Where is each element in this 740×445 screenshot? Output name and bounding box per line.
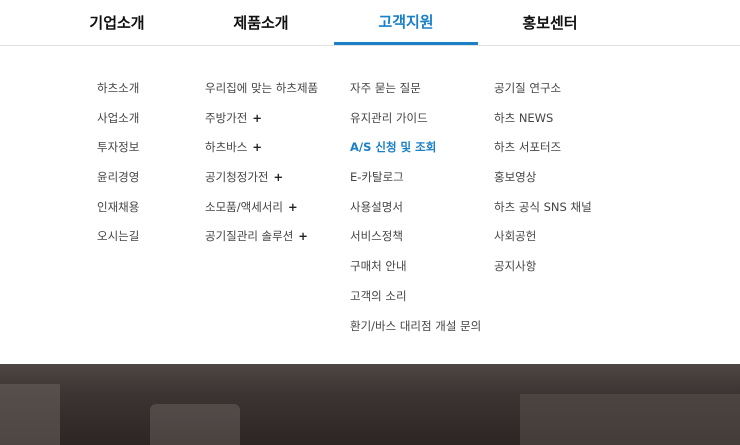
menu-item-manual[interactable]: 사용설명서 [350,199,481,229]
menu-item-label: 공기청정가전 [205,170,269,185]
hero-decor-shape [520,394,740,445]
menu-item-label: 하츠 서포터즈 [494,140,562,155]
menu-item-label: 인재채용 [97,199,140,214]
mega-menu-dropdown: 하츠소개 사업소개 투자정보 윤리경영 인재채용 오시는길 우리집에 맞는 하츠… [0,46,740,364]
menu-item-air-lab[interactable]: 공기질 연구소 [494,80,592,110]
menu-column-products: 우리집에 맞는 하츠제품 주방가전 + 하츠바스 + 공기청정가전 + 소모품/액세서… [205,80,318,258]
menu-item-label: 구매처 안내 [350,259,407,274]
menu-item-careers[interactable]: 인재채용 [97,199,139,229]
menu-item-label: 공지사항 [494,259,537,274]
menu-item-catalog[interactable]: E-카탈로그 [350,169,481,199]
expand-plus-icon[interactable]: + [273,170,283,184]
menu-item-videos[interactable]: 홍보영상 [494,169,592,199]
menu-item-maintenance-guide[interactable]: 유지관리 가이드 [350,110,481,140]
menu-item-consumables[interactable]: 소모품/액세서리 + [205,199,318,229]
menu-item-label: E-카탈로그 [350,170,404,185]
expand-plus-icon[interactable]: + [252,140,262,154]
menu-item-air-solution[interactable]: 공기질관리 솔루션 + [205,228,318,258]
menu-item-news[interactable]: 하츠 NEWS [494,110,592,140]
menu-item-where-to-buy[interactable]: 구매처 안내 [350,258,481,288]
expand-plus-icon[interactable]: + [298,229,308,243]
menu-item-business[interactable]: 사업소개 [97,110,139,140]
menu-item-label: A/S 신청 및 조회 [350,140,437,155]
hero-decor-shape [150,404,240,445]
menu-item-label: 주방가전 [205,110,248,125]
menu-item-label: 사용설명서 [350,199,403,214]
menu-item-faq[interactable]: 자주 묻는 질문 [350,80,481,110]
menu-item-label: 우리집에 맞는 하츠제품 [205,81,319,95]
tab-support[interactable]: 고객지원 [334,0,478,45]
menu-item-label: 하츠소개 [97,81,140,95]
menu-item-label: 투자정보 [97,140,140,155]
menu-item-label: 하츠바스 [205,140,248,155]
menu-item-supporters[interactable]: 하츠 서포터즈 [494,139,592,169]
menu-item-kitchen[interactable]: 주방가전 + [205,110,318,140]
menu-item-social-contribution[interactable]: 사회공헌 [494,228,592,258]
menu-item-label: 사업소개 [97,110,140,125]
menu-item-label: 환기/바스 대리점 개설 문의 [350,318,482,333]
expand-plus-icon[interactable]: + [288,200,298,214]
menu-item-label: 소모품/액세서리 [205,199,283,214]
menu-item-service-policy[interactable]: 서비스정책 [350,228,481,258]
expand-plus-icon[interactable]: + [252,111,262,125]
menu-item-as-request[interactable]: A/S 신청 및 조회 [350,139,481,169]
menu-item-bath[interactable]: 하츠바스 + [205,139,318,169]
menu-item-label: 유지관리 가이드 [350,110,428,125]
menu-item-customer-voice[interactable]: 고객의 소리 [350,288,481,318]
menu-item-label: 공기질 연구소 [494,81,562,95]
menu-item-label: 홍보영상 [494,170,537,185]
menu-item-dealer-inquiry[interactable]: 환기/바스 대리점 개설 문의 [350,318,481,348]
menu-item-label: 사회공헌 [494,229,537,244]
menu-column-pr: 공기질 연구소 하츠 NEWS 하츠 서포터즈 홍보영상 하츠 공식 SNS 채… [494,80,592,288]
menu-item-sns[interactable]: 하츠 공식 SNS 채널 [494,199,592,229]
menu-item-label: 하츠 NEWS [494,110,554,125]
menu-item-label: 오시는길 [97,229,140,244]
menu-item-label: 공기질관리 솔루션 [205,229,294,244]
menu-item-about[interactable]: 하츠소개 [97,80,139,110]
menu-item-label: 자주 묻는 질문 [350,81,421,95]
menu-item-label: 윤리경영 [97,170,140,185]
menu-item-label: 서비스정책 [350,229,403,244]
top-navigation: 기업소개 제품소개 고객지원 홍보센터 [0,0,740,46]
menu-item-ethics[interactable]: 윤리경영 [97,169,139,199]
tab-products[interactable]: 제품소개 [189,0,333,45]
tab-pr-center[interactable]: 홍보센터 [478,0,622,45]
menu-item-location[interactable]: 오시는길 [97,228,139,258]
hero-background-image [0,364,740,445]
menu-column-company: 하츠소개 사업소개 투자정보 윤리경영 인재채용 오시는길 [97,80,139,258]
menu-item-investment[interactable]: 투자정보 [97,139,139,169]
tab-company[interactable]: 기업소개 [45,0,189,45]
menu-item-label: 고객의 소리 [350,288,407,303]
menu-column-support: 자주 묻는 질문 유지관리 가이드 A/S 신청 및 조회 E-카탈로그 사용설… [350,80,481,347]
menu-item-recommended-products[interactable]: 우리집에 맞는 하츠제품 [205,80,318,110]
hero-decor-shape [0,384,60,445]
menu-item-notice[interactable]: 공지사항 [494,258,592,288]
menu-item-air-purifier[interactable]: 공기청정가전 + [205,169,318,199]
menu-item-label: 하츠 공식 SNS 채널 [494,199,592,214]
